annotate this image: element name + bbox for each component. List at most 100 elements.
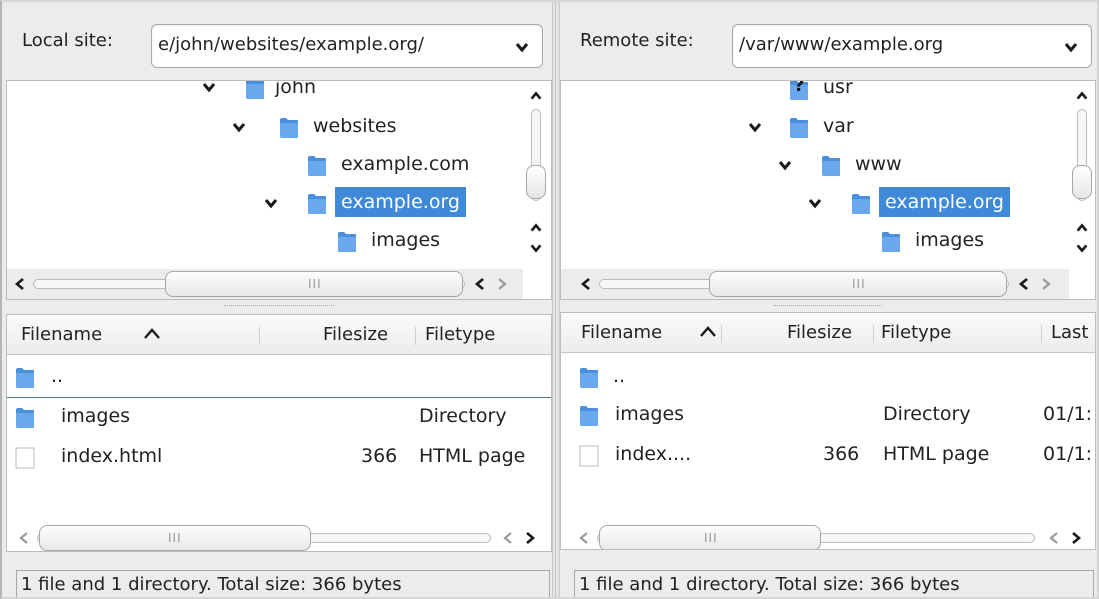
chevron-down-icon[interactable] [747, 119, 763, 135]
remote-tree-hscrollbar[interactable]: III [561, 269, 1069, 299]
tree-node-usr[interactable]: ? usr [789, 80, 949, 103]
tree-node-label: example.com [341, 153, 470, 175]
file-type: HTML page [883, 443, 990, 465]
remote-list-hscrollbar[interactable]: III [561, 523, 1095, 549]
list-item-parent[interactable]: .. [7, 359, 551, 397]
tree-node-john[interactable]: john [199, 80, 399, 103]
tree-node-label: images [371, 229, 441, 251]
tree-node-example-com[interactable]: example.com [307, 147, 507, 177]
status-text: 1 file and 1 directory. Total size: 366 … [579, 574, 960, 595]
scroll-left-icon[interactable] [1047, 531, 1061, 545]
remote-site-bar: Remote site: /var/www/example.org [560, 20, 1096, 68]
column-last[interactable]: Last [1051, 322, 1089, 343]
column-filesize[interactable]: Filesize [323, 324, 388, 345]
column-separator[interactable] [1041, 325, 1042, 343]
chevron-down-icon[interactable] [201, 80, 217, 95]
tree-node-example-org[interactable]: example.org [805, 185, 1045, 217]
folder-icon [851, 193, 871, 215]
scroll-down-icon[interactable] [1075, 241, 1089, 255]
scroll-up-icon[interactable] [1075, 89, 1089, 103]
scroll-left-icon[interactable] [577, 531, 591, 545]
remote-file-list[interactable]: Filename Filesize Filetype Last .. image… [560, 312, 1096, 550]
list-item-parent[interactable]: .. [561, 359, 1095, 397]
list-item-images[interactable]: images Directory [7, 399, 551, 437]
scroll-left-icon[interactable] [473, 277, 487, 291]
remote-path-value: /var/www/example.org [739, 34, 944, 55]
scroll-grip: III [308, 277, 322, 291]
list-item-images[interactable]: images Directory 01/1: [561, 397, 1095, 435]
remote-status-bar: 1 file and 1 directory. Total size: 366 … [574, 570, 1094, 599]
column-filetype[interactable]: Filetype [881, 322, 951, 343]
scroll-left-icon[interactable] [579, 277, 593, 291]
local-status-bar: 1 file and 1 directory. Total size: 366 … [16, 570, 550, 599]
scroll-right-icon[interactable] [1069, 531, 1083, 545]
column-separator[interactable] [259, 327, 260, 345]
scroll-thumb[interactable]: III [39, 525, 311, 551]
scroll-thumb[interactable]: III [599, 525, 821, 549]
chevron-down-icon[interactable] [807, 195, 823, 211]
file-name: .. [613, 365, 626, 387]
folder-icon [307, 193, 327, 215]
question-mark-icon: ? [794, 80, 805, 96]
scroll-up-icon[interactable] [529, 89, 543, 103]
chevron-down-icon[interactable] [231, 119, 247, 135]
file-icon [579, 445, 599, 467]
scroll-left-icon[interactable] [13, 277, 27, 291]
scroll-up-icon[interactable] [1075, 221, 1089, 235]
file-type: Directory [419, 405, 507, 427]
local-directory-tree[interactable]: john websites example.com example.org im… [6, 80, 552, 300]
remote-tree-vscrollbar[interactable] [1069, 81, 1095, 271]
column-filetype[interactable]: Filetype [425, 324, 495, 345]
scroll-left-icon[interactable] [17, 531, 31, 545]
column-filename[interactable]: Filename [21, 324, 102, 345]
tree-node-www[interactable]: www [777, 147, 937, 177]
local-path-combo[interactable]: e/john/websites/example.org/ [151, 24, 543, 68]
tree-node-websites[interactable]: websites [229, 109, 449, 139]
remote-directory-tree[interactable]: ? usr var www example.org images III [560, 80, 1096, 300]
local-path-value: e/john/websites/example.org/ [158, 34, 424, 55]
scroll-right-icon[interactable] [1039, 277, 1053, 291]
file-size: 366 [823, 443, 860, 465]
local-splitter[interactable] [6, 302, 552, 310]
tree-node-example-org[interactable]: example.org [261, 185, 501, 217]
scroll-up-icon[interactable] [529, 221, 543, 235]
local-list-hscrollbar[interactable]: III [7, 523, 551, 551]
local-tree-hscrollbar[interactable]: III [7, 269, 523, 299]
folder-icon [15, 407, 35, 429]
column-separator[interactable] [415, 327, 416, 345]
chevron-down-icon[interactable] [514, 39, 530, 55]
scroll-right-icon[interactable] [523, 531, 537, 545]
column-separator[interactable] [721, 325, 722, 343]
scroll-thumb[interactable] [526, 165, 546, 199]
sort-ascending-icon[interactable] [699, 325, 717, 339]
column-filename[interactable]: Filename [581, 322, 662, 343]
list-item-index-html[interactable]: index.... 366 HTML page 01/1: [561, 437, 1095, 475]
chevron-down-icon[interactable] [263, 195, 279, 211]
file-name: images [61, 405, 131, 427]
scroll-thumb[interactable]: III [165, 271, 463, 297]
scroll-left-icon[interactable] [1017, 277, 1031, 291]
tree-node-var[interactable]: var [747, 109, 907, 139]
local-tree-vscrollbar[interactable] [523, 81, 549, 271]
scroll-thumb[interactable] [1072, 165, 1092, 199]
scroll-left-icon[interactable] [501, 531, 515, 545]
chevron-down-icon[interactable] [1063, 39, 1079, 55]
scroll-right-icon[interactable] [495, 277, 509, 291]
file-name: index.html [61, 445, 163, 467]
tree-node-images[interactable]: images [337, 223, 497, 253]
file-date: 01/1: [1043, 443, 1093, 465]
chevron-down-icon[interactable] [777, 157, 793, 173]
tree-node-images[interactable]: images [881, 223, 1041, 253]
scroll-down-icon[interactable] [529, 241, 543, 255]
folder-icon [15, 367, 35, 389]
scroll-thumb[interactable]: III [709, 271, 1007, 297]
remote-splitter[interactable] [560, 302, 1096, 310]
local-file-list[interactable]: Filename Filesize Filetype .. images Dir… [6, 314, 552, 552]
sort-ascending-icon[interactable] [143, 327, 161, 341]
list-item-index-html[interactable]: index.html 366 HTML page [7, 439, 551, 477]
column-filesize[interactable]: Filesize [787, 322, 852, 343]
column-separator[interactable] [873, 325, 874, 343]
remote-path-combo[interactable]: /var/www/example.org [732, 24, 1092, 68]
folder-icon [337, 231, 357, 253]
pane-splitter[interactable] [552, 0, 560, 599]
